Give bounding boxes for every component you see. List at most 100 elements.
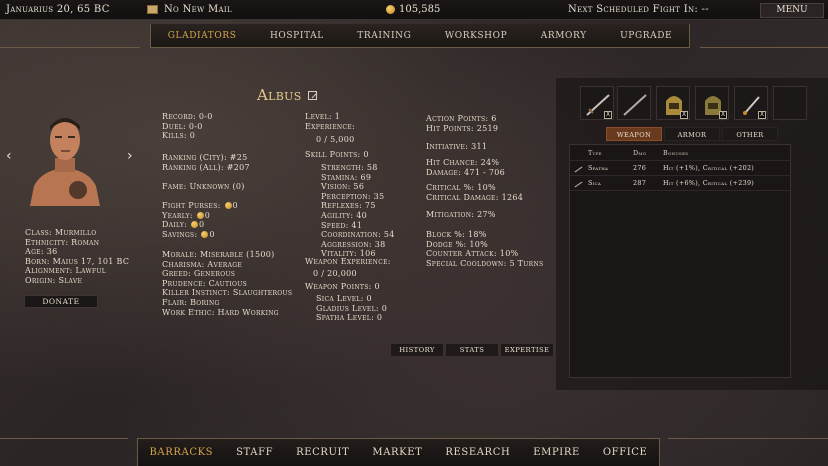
- sword-icon: [574, 166, 583, 173]
- fight-purses: Fight Purses: 0: [162, 201, 238, 211]
- traits-block: Morale: Miserable (1500) Charisma: Avera…: [162, 250, 292, 317]
- weapon-experience-label: Weapon Experience:: [305, 257, 391, 266]
- nav-empire[interactable]: EMPIRE: [533, 447, 580, 458]
- action-points: Action Points: 6: [426, 114, 497, 123]
- yearly-value: 0: [204, 210, 211, 220]
- attributes-block: Strength: 58 Stamina: 69 Vision: 56 Perc…: [321, 163, 395, 259]
- initiative: Initiative: 311: [426, 142, 488, 151]
- attr-vision: Vision: 56: [321, 182, 365, 192]
- col-dmg: Dmg: [633, 148, 647, 157]
- tab-other[interactable]: OTHER: [722, 127, 778, 141]
- nav-staff[interactable]: STAFF: [236, 447, 273, 458]
- bio-class: Class: Murmillo: [25, 228, 97, 237]
- tab-armory[interactable]: ARMORY: [541, 31, 587, 41]
- yearly: Yearly: 0: [162, 211, 238, 221]
- equip-slot-helmet-1[interactable]: X: [656, 86, 690, 120]
- equip-slot-dagger[interactable]: X: [734, 86, 768, 120]
- tab-hospital[interactable]: HOSPITAL: [270, 31, 324, 41]
- savings-value: 0: [209, 229, 215, 239]
- tab-upgrade[interactable]: UPGRADE: [620, 31, 672, 41]
- trait-work-ethic: Work Ethic: Hard Working: [162, 307, 279, 317]
- tab-training[interactable]: TRAINING: [357, 31, 411, 41]
- fight-purses-value: 0: [232, 201, 238, 210]
- bio-block: Class: Murmillo Ethnicity: Roman Age: 36…: [25, 228, 129, 286]
- game-date: Januarius 20, 65 BC: [6, 4, 110, 15]
- tab-workshop[interactable]: WORKSHOP: [445, 31, 507, 41]
- attr-reflexes: Reflexes: 75: [321, 201, 376, 211]
- fight-purses-label: Fight Purses:: [162, 201, 221, 210]
- kills: Kills: 0: [162, 131, 196, 141]
- sica-level: Sica Level: 0: [316, 294, 372, 303]
- attr-coordination: Coordination: 54: [321, 230, 395, 240]
- combat-block-4: Block %: 18% Dodge %: 10% Counter Attack…: [426, 230, 543, 268]
- trait-prudence: Prudence: Cautious: [162, 278, 247, 288]
- menu-button[interactable]: MENU: [760, 3, 824, 18]
- tab-weapon[interactable]: WEAPON: [606, 127, 662, 141]
- spatha-level: Spatha Level: 0: [316, 313, 383, 323]
- edit-name-icon[interactable]: [307, 90, 317, 100]
- weapon-levels-block: Sica Level: 0 Gladius Level: 0 Spatha Le…: [316, 294, 387, 323]
- level-block: Level: 1 Experience:: [305, 112, 355, 131]
- trait-greed: Greed: Generous: [162, 269, 236, 279]
- purses-block: Fight Purses: 0 Yearly: 0 Daily: 0 Savin…: [162, 201, 238, 239]
- daily: Daily: 0: [162, 220, 238, 230]
- col-type: Type: [588, 148, 602, 157]
- combat-block-3: Critical %: 10% Critical Damage: 1264: [426, 183, 523, 202]
- critical-damage: Critical Damage: 1264: [426, 192, 524, 202]
- next-gladiator-icon[interactable]: ›: [127, 148, 133, 164]
- tab-expertise[interactable]: EXPERTISE: [500, 343, 554, 357]
- bio-age: Age: 36: [25, 247, 58, 257]
- nav-market[interactable]: MARKET: [372, 447, 422, 458]
- sword-icon: [623, 94, 647, 116]
- savings-label: Savings:: [162, 229, 198, 239]
- attr-speed: Speed: 41: [321, 220, 363, 230]
- unequip-button[interactable]: X: [604, 111, 612, 119]
- table-row[interactable]: Spatha 276 Hit (+1%), Critical (+202): [570, 161, 790, 176]
- donate-button[interactable]: DONATE: [24, 295, 98, 308]
- dodge-chance: Dodge %: 10%: [426, 239, 489, 249]
- nav-research[interactable]: RESEARCH: [445, 447, 510, 458]
- gold-amount: 105,585: [399, 4, 441, 15]
- top-bar: Januarius 20, 65 BC No New Mail 105,585 …: [0, 0, 828, 20]
- nav-barracks[interactable]: BARRACKS: [149, 447, 213, 458]
- stats-tabs: HISTORY STATS EXPERTISE: [390, 343, 555, 357]
- equipment-tabs: WEAPON ARMOR OTHER: [606, 127, 780, 141]
- yearly-label: Yearly:: [162, 210, 193, 220]
- equip-slot-weapon-1[interactable]: X: [580, 86, 614, 120]
- nav-office[interactable]: OFFICE: [603, 447, 648, 458]
- equip-slot-weapon-2[interactable]: [617, 86, 651, 120]
- table-row[interactable]: Sica 287 Hit (+6%), Critical (+239): [570, 176, 790, 191]
- previous-gladiator-icon[interactable]: ‹: [6, 148, 12, 164]
- coin-icon: [191, 221, 199, 229]
- ranking-city: Ranking (City): #25: [162, 153, 248, 162]
- experience-value: 0 / 5,000: [316, 135, 355, 144]
- attr-aggression: Aggression: 38: [321, 239, 386, 249]
- tab-gladiators[interactable]: GLADIATORS: [168, 31, 237, 41]
- equip-slot-helmet-2[interactable]: X: [695, 86, 729, 120]
- nav-recruit[interactable]: RECRUIT: [296, 447, 349, 458]
- bio-origin: Origin: Slave: [25, 275, 83, 285]
- table-header: Type Dmg Bonuses: [570, 145, 790, 161]
- unequip-button[interactable]: X: [719, 111, 727, 119]
- tab-history[interactable]: HISTORY: [390, 343, 444, 357]
- bio-alignment: Alignment: Lawful: [25, 266, 107, 276]
- weapon-dmg: 276: [633, 164, 647, 172]
- unequip-button[interactable]: X: [680, 111, 688, 119]
- nav-divider-right: [700, 47, 828, 48]
- attr-agility: Agility: 40: [321, 210, 367, 220]
- mail-icon: [147, 5, 158, 14]
- gold-display: 105,585: [386, 4, 440, 15]
- unequip-button[interactable]: X: [758, 111, 766, 119]
- nav-divider-right: [668, 438, 828, 439]
- tab-stats[interactable]: STATS: [445, 343, 499, 357]
- col-bonuses: Bonuses: [663, 148, 689, 157]
- tab-armor[interactable]: ARMOR: [664, 127, 720, 141]
- mitigation: Mitigation: 27%: [426, 210, 496, 219]
- record: Record: 0-0: [162, 112, 213, 121]
- ranking-all: Ranking (All): #207: [162, 162, 250, 172]
- attr-perception: Perception: 35: [321, 191, 385, 201]
- mail-indicator[interactable]: No New Mail: [147, 4, 232, 15]
- equip-slot-empty[interactable]: [773, 86, 807, 120]
- block-chance: Block %: 18%: [426, 230, 487, 239]
- weapon-type: Sica: [588, 179, 602, 187]
